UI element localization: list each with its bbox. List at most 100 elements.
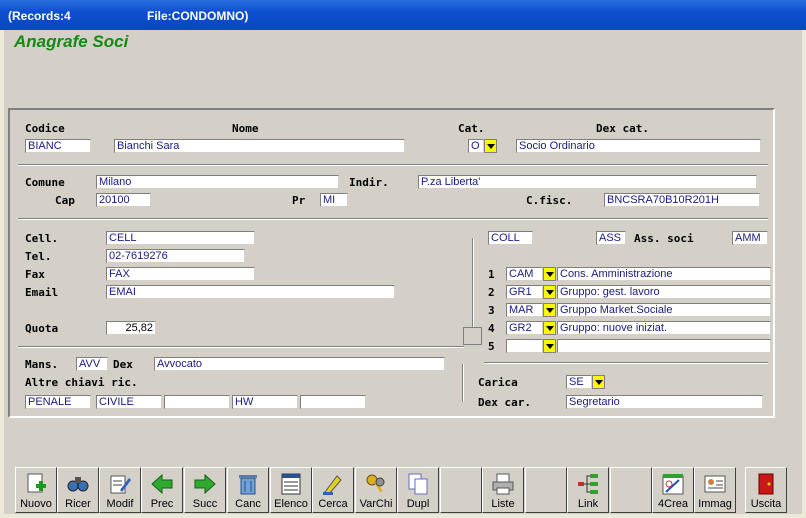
nome-label: Nome	[232, 122, 259, 135]
group-number: 4	[488, 322, 495, 335]
fax-label: Fax	[25, 268, 45, 281]
codice-field[interactable]: BIANC	[25, 139, 91, 153]
immag-button[interactable]: Immag	[694, 467, 736, 513]
comune-field[interactable]: Milano	[96, 175, 339, 189]
group-number: 3	[488, 304, 495, 317]
arrow-right-icon	[194, 473, 216, 495]
group-desc-field[interactable]: Gruppo Market.Sociale	[557, 303, 771, 317]
carica-label: Carica	[478, 376, 518, 389]
chiave-field[interactable]: HW	[232, 395, 298, 409]
dex-label: Dex	[113, 358, 133, 371]
file-name: File:CONDOMNO)	[147, 9, 249, 23]
crea4-button[interactable]: 4Crea	[652, 467, 694, 513]
empty-toolbar-slot	[440, 467, 482, 513]
bracket-line	[472, 238, 474, 328]
bracket-box	[463, 327, 482, 345]
varchi-button[interactable]: VarChi	[355, 467, 397, 513]
divider	[18, 164, 768, 166]
coll-field[interactable]: COLL	[488, 231, 533, 245]
prec-button[interactable]: Prec	[141, 467, 183, 513]
mans-label: Mans.	[25, 358, 59, 371]
link-button[interactable]: Link	[567, 467, 609, 513]
quota-label: Quota	[25, 322, 59, 335]
window-titlebar: (Records:4 File:CONDOMNO)	[0, 0, 806, 30]
pr-field[interactable]: MI	[320, 193, 348, 207]
cap-label: Cap	[55, 194, 75, 207]
carica-field[interactable]: SE	[566, 375, 592, 389]
records-count: (Records:4	[8, 9, 71, 23]
cfisc-label: C.fisc.	[526, 194, 573, 207]
highlighter-icon	[323, 475, 342, 495]
group-dropdown-icon[interactable]	[543, 303, 556, 317]
group-code-field[interactable]: CAM	[506, 267, 543, 281]
comune-label: Comune	[25, 176, 65, 189]
edit-document-icon	[110, 475, 131, 494]
nuovo-button[interactable]: Nuovo	[15, 467, 57, 513]
printer-icon	[492, 473, 514, 495]
cat-field[interactable]: O	[468, 139, 484, 153]
group-code-field[interactable]: MAR	[506, 303, 543, 317]
cap-field[interactable]: 20100	[96, 193, 151, 207]
group-desc-field[interactable]	[557, 339, 771, 353]
quota-field[interactable]: 25,82	[106, 321, 156, 335]
mans-field[interactable]: AVV	[76, 357, 108, 371]
group-desc-field[interactable]: Gruppo: gest. lavoro	[557, 285, 771, 299]
group-code-field[interactable]: GR1	[506, 285, 543, 299]
email-label: Email	[25, 286, 59, 299]
dex-cat-field[interactable]: Socio Ordinario	[516, 139, 761, 153]
group-desc-field[interactable]: Cons. Amministrazione	[557, 267, 771, 281]
cell-field[interactable]: CELL	[106, 231, 255, 245]
group-dropdown-icon[interactable]	[543, 267, 556, 281]
divider	[18, 218, 768, 220]
fax-field[interactable]: FAX	[106, 267, 255, 281]
list-icon	[281, 473, 301, 495]
cfisc-field[interactable]: BNCSRA70B10R201H	[604, 193, 760, 207]
cat-label: Cat.	[458, 122, 485, 135]
uscita-button[interactable]: Uscita	[745, 467, 787, 513]
tel-label: Tel.	[25, 250, 52, 263]
amm-field[interactable]: AMM	[732, 231, 768, 245]
design-icon	[662, 474, 684, 495]
ass-field[interactable]: ASS	[596, 231, 626, 245]
cat-dropdown-icon[interactable]	[484, 139, 497, 153]
canc-button[interactable]: Canc	[227, 467, 269, 513]
exit-door-icon	[758, 473, 774, 495]
dex-cat-label: Dex cat.	[596, 122, 649, 135]
succ-button[interactable]: Succ	[184, 467, 226, 513]
codice-label: Codice	[25, 122, 65, 135]
tel-field[interactable]: 02-7619276	[106, 249, 245, 263]
dupl-button[interactable]: Dupl	[397, 467, 439, 513]
indir-field[interactable]: P.za Liberta'	[418, 175, 757, 189]
liste-button[interactable]: Liste	[482, 467, 524, 513]
nome-field[interactable]: Bianchi Sara	[114, 139, 405, 153]
group-dropdown-icon[interactable]	[543, 321, 556, 335]
link-tree-icon	[578, 474, 598, 494]
elenco-button[interactable]: Elenco	[270, 467, 312, 513]
ass-soci-label: Ass. soci	[634, 232, 694, 245]
group-code-field[interactable]	[506, 339, 543, 353]
divider	[18, 346, 464, 348]
email-field[interactable]: EMAI	[106, 285, 395, 299]
ricer-button[interactable]: Ricer	[57, 467, 99, 513]
group-code-field[interactable]: GR2	[506, 321, 543, 335]
chiave-field[interactable]: CIVILE	[96, 395, 162, 409]
altre-chiavi-label: Altre chiavi ric.	[25, 376, 138, 389]
dex-car-field[interactable]: Segretario	[566, 395, 763, 409]
group-number: 1	[488, 268, 495, 281]
chiave-field[interactable]	[300, 395, 366, 409]
chiave-field[interactable]: PENALE	[25, 395, 91, 409]
empty-toolbar-slot	[525, 467, 567, 513]
group-dropdown-icon[interactable]	[543, 285, 556, 299]
group-number: 2	[488, 286, 495, 299]
chiave-field[interactable]	[164, 395, 230, 409]
divider-vertical	[462, 364, 464, 402]
divider	[484, 362, 768, 364]
indir-label: Indir.	[349, 176, 389, 189]
form-panel	[8, 108, 775, 418]
carica-dropdown-icon[interactable]	[592, 375, 605, 389]
dex-field[interactable]: Avvocato	[154, 357, 445, 371]
modif-button[interactable]: Modif	[99, 467, 141, 513]
group-dropdown-icon[interactable]	[543, 339, 556, 353]
cerca-button[interactable]: Cerca	[312, 467, 354, 513]
group-desc-field[interactable]: Gruppo: nuove iniziat.	[557, 321, 771, 335]
